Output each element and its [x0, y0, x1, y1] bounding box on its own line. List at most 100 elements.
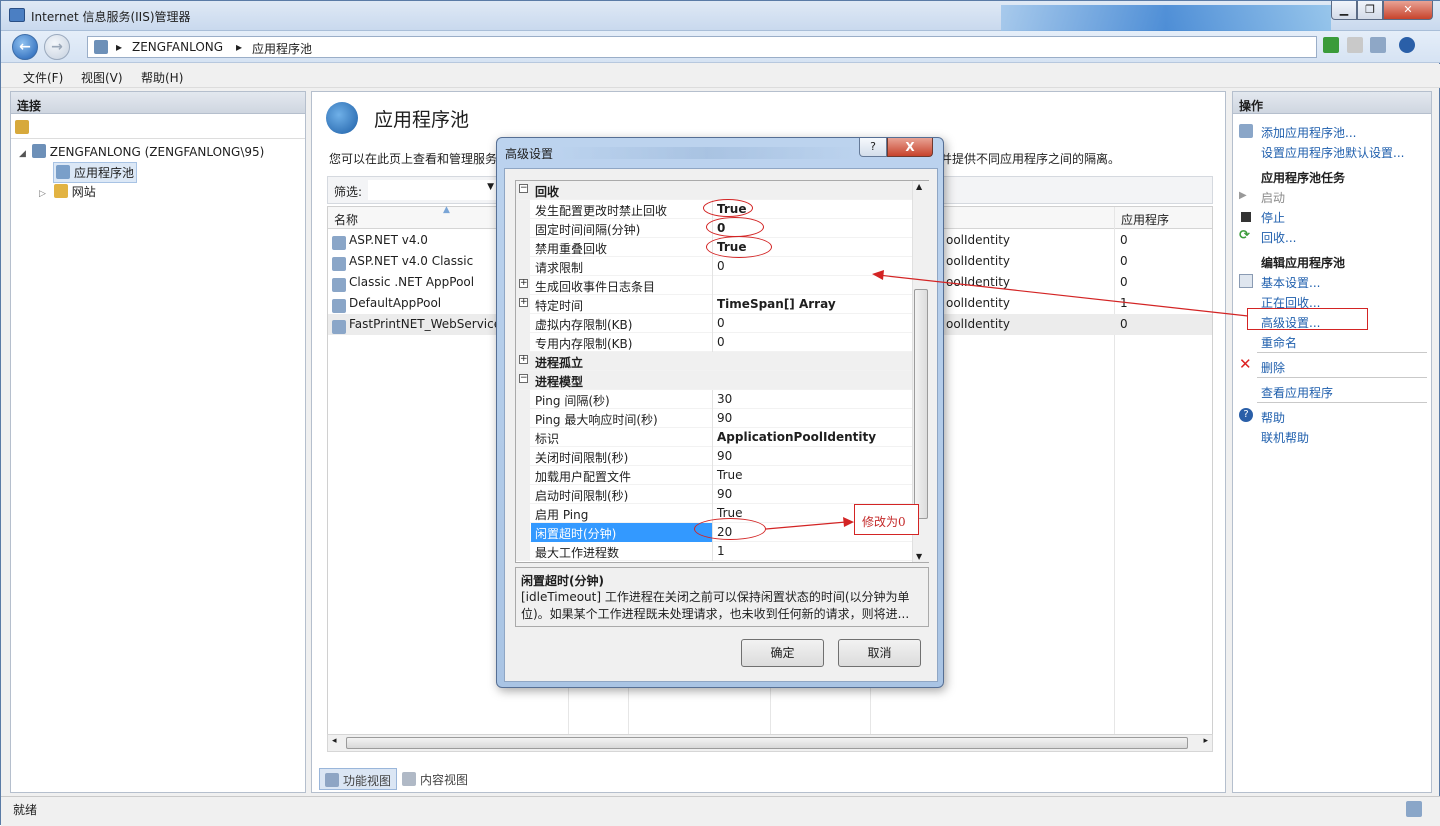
- tree-sites[interactable]: ▷ 网站: [39, 183, 96, 200]
- breadcrumb[interactable]: ▸ ZENGFANLONG ▸ 应用程序池: [87, 36, 1317, 58]
- property-category[interactable]: − 进程模型: [516, 371, 912, 390]
- menu-file[interactable]: 文件(F): [23, 69, 63, 86]
- action-online-help[interactable]: 联机帮助: [1261, 429, 1309, 446]
- maximize-button[interactable]: ❐: [1357, 1, 1383, 20]
- column-divider: [712, 466, 713, 485]
- action-add-pool[interactable]: 添加应用程序池...: [1261, 124, 1356, 141]
- property-value[interactable]: 90: [717, 487, 732, 501]
- property-value[interactable]: 1: [717, 544, 725, 558]
- collapse-icon[interactable]: −: [519, 184, 528, 193]
- column-divider: [712, 276, 713, 295]
- horizontal-scrollbar[interactable]: ◂ ▸: [327, 734, 1213, 752]
- property-value[interactable]: True: [717, 468, 743, 482]
- menu-help[interactable]: 帮助(H): [141, 69, 183, 86]
- menu-view[interactable]: 视图(V): [81, 69, 123, 86]
- action-rename[interactable]: 重命名: [1261, 334, 1297, 351]
- property-row[interactable]: Ping 间隔(秒) 30: [516, 390, 912, 409]
- content-view-icon: [402, 772, 416, 786]
- breadcrumb-server[interactable]: ZENGFANLONG: [132, 40, 223, 54]
- column-name[interactable]: 名称: [334, 211, 358, 228]
- property-row[interactable]: 虚拟内存限制(KB) 0: [516, 314, 912, 333]
- property-value[interactable]: 30: [717, 392, 732, 406]
- action-help[interactable]: 帮助: [1261, 409, 1285, 426]
- tab-features-label: 功能视图: [343, 774, 392, 788]
- property-row[interactable]: + 生成回收事件日志条目: [516, 276, 912, 295]
- property-value[interactable]: 0: [717, 335, 725, 349]
- back-button[interactable]: ←: [12, 34, 38, 60]
- action-stop[interactable]: 停止: [1261, 209, 1285, 226]
- stop-icon[interactable]: [1347, 37, 1363, 53]
- ok-button[interactable]: 确定: [741, 639, 824, 667]
- scroll-thumb[interactable]: [914, 289, 928, 519]
- property-category[interactable]: − 回收: [516, 181, 912, 200]
- collapse-arrow-icon[interactable]: ◢: [19, 149, 26, 159]
- property-value[interactable]: TimeSpan[] Array: [717, 297, 836, 311]
- property-name: 请求限制: [535, 261, 584, 275]
- dialog-close-button[interactable]: X: [887, 138, 933, 157]
- collapse-icon[interactable]: −: [519, 374, 528, 383]
- home-icon[interactable]: [1370, 37, 1386, 53]
- breadcrumb-app-pools[interactable]: 应用程序池: [252, 40, 312, 57]
- property-value[interactable]: 90: [717, 411, 732, 425]
- tree-app-pools[interactable]: 应用程序池: [53, 162, 138, 183]
- close-window-button[interactable]: ✕: [1383, 1, 1433, 20]
- property-value[interactable]: 0: [717, 259, 725, 273]
- row-identity: oolIdentity: [946, 317, 1011, 331]
- description-title: 闲置超时(分钟): [521, 574, 604, 588]
- property-name: 特定时间: [535, 299, 584, 313]
- property-value[interactable]: ApplicationPoolIdentity: [717, 430, 876, 444]
- property-row[interactable]: 启动时间限制(秒) 90: [516, 485, 912, 504]
- start-icon: ▶: [1239, 190, 1247, 201]
- property-row[interactable]: 专用内存限制(KB) 0: [516, 333, 912, 352]
- expand-icon[interactable]: +: [519, 355, 528, 364]
- property-value[interactable]: 0: [717, 316, 725, 330]
- dialog-help-button[interactable]: ?: [859, 138, 887, 157]
- row-margin: [516, 200, 530, 219]
- scroll-down-icon[interactable]: ▼: [916, 552, 922, 561]
- property-name: 闲置超时(分钟): [535, 527, 617, 541]
- scroll-right-icon[interactable]: ▸: [1203, 736, 1208, 746]
- column-divider: [712, 447, 713, 466]
- property-row[interactable]: 最大工作进程数 1: [516, 542, 912, 561]
- property-row[interactable]: + 特定时间 TimeSpan[] Array: [516, 295, 912, 314]
- action-start[interactable]: 启动: [1261, 189, 1285, 206]
- breadcrumb-separator: ▸: [236, 40, 243, 54]
- dropdown-arrow-icon[interactable]: ▼: [487, 182, 494, 192]
- property-row[interactable]: Ping 最大响应时间(秒) 90: [516, 409, 912, 428]
- property-name: 专用内存限制(KB): [535, 337, 633, 351]
- help-icon[interactable]: [1399, 37, 1415, 53]
- property-row[interactable]: 标识 ApplicationPoolIdentity: [516, 428, 912, 447]
- sort-arrow-icon: ▲: [443, 205, 450, 215]
- property-row[interactable]: 加载用户配置文件 True: [516, 466, 912, 485]
- property-row[interactable]: 请求限制 0: [516, 257, 912, 276]
- action-set-defaults[interactable]: 设置应用程序池默认设置...: [1261, 144, 1404, 161]
- expand-arrow-icon[interactable]: ▷: [39, 189, 46, 199]
- refresh-icon[interactable]: [1323, 37, 1339, 53]
- scroll-left-icon[interactable]: ◂: [332, 736, 337, 746]
- tab-features-view[interactable]: 功能视图: [319, 768, 398, 790]
- filter-input[interactable]: ▼: [368, 180, 498, 200]
- expand-icon[interactable]: +: [519, 279, 528, 288]
- row-margin: [516, 390, 530, 409]
- scroll-thumb[interactable]: [346, 737, 1188, 749]
- action-basic-settings[interactable]: 基本设置...: [1261, 274, 1320, 291]
- connect-icon[interactable]: [15, 120, 29, 134]
- tab-content-view[interactable]: 内容视图: [397, 768, 473, 790]
- column-apps[interactable]: 应用程序: [1121, 211, 1169, 228]
- property-row[interactable]: 关闭时间限制(秒) 90: [516, 447, 912, 466]
- breadcrumb-separator: ▸: [116, 40, 123, 54]
- scroll-up-icon[interactable]: ▲: [916, 182, 922, 191]
- action-delete[interactable]: 删除: [1261, 359, 1285, 376]
- row-margin: [516, 466, 530, 485]
- forward-button[interactable]: →: [44, 34, 70, 60]
- expand-icon[interactable]: +: [519, 298, 528, 307]
- tree-server[interactable]: ◢ ZENGFANLONG (ZENGFANLONG\95): [19, 144, 264, 159]
- property-value[interactable]: 90: [717, 449, 732, 463]
- column-divider: [712, 295, 713, 314]
- action-recycle[interactable]: 回收...: [1261, 229, 1296, 246]
- tab-content-label: 内容视图: [420, 773, 469, 787]
- cancel-button[interactable]: 取消: [838, 639, 921, 667]
- property-category[interactable]: + 进程孤立: [516, 352, 912, 371]
- minimize-button[interactable]: ▁: [1331, 1, 1357, 20]
- action-view-apps[interactable]: 查看应用程序: [1261, 384, 1333, 401]
